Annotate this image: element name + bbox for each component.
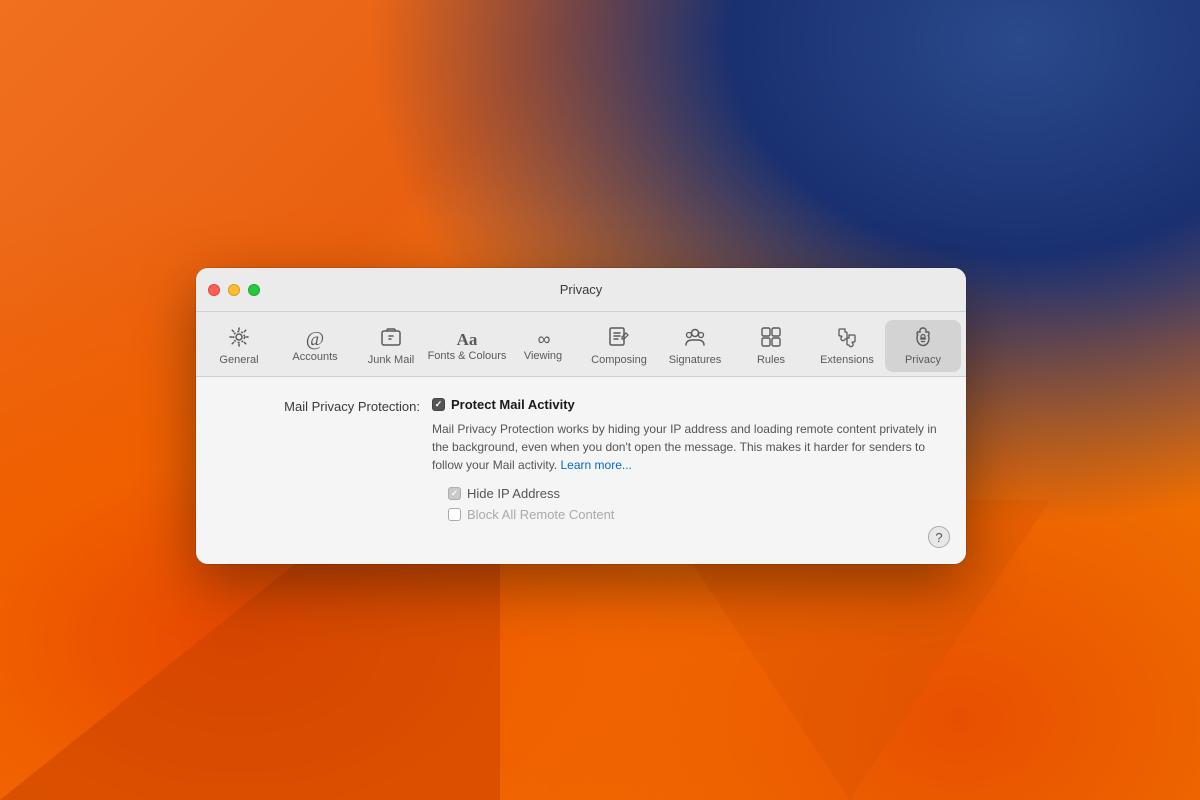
traffic-lights — [208, 284, 260, 296]
rules-label: Rules — [757, 354, 785, 366]
minimize-button[interactable] — [228, 284, 240, 296]
block-remote-row: Block All Remote Content — [448, 507, 942, 522]
accounts-label: Accounts — [292, 351, 337, 363]
mail-preferences-window: Privacy General @ Accounts — [196, 268, 966, 564]
rules-icon — [760, 326, 782, 352]
content-area: Mail Privacy Protection: Protect Mail Ac… — [196, 377, 966, 564]
privacy-icon — [912, 326, 934, 352]
hide-ip-row: Hide IP Address — [448, 486, 942, 501]
protect-checkbox[interactable] — [432, 398, 445, 411]
toolbar-item-accounts[interactable]: @ Accounts — [277, 323, 353, 369]
composing-icon — [608, 326, 630, 352]
signatures-icon — [684, 326, 706, 352]
fonts-icon: Aa — [457, 331, 478, 348]
block-remote-checkbox[interactable] — [448, 508, 461, 521]
extensions-icon — [836, 326, 858, 352]
block-remote-label: Block All Remote Content — [467, 507, 614, 522]
close-button[interactable] — [208, 284, 220, 296]
signatures-label: Signatures — [669, 354, 722, 366]
hide-ip-label: Hide IP Address — [467, 486, 560, 501]
junkmail-label: Junk Mail — [368, 354, 414, 366]
extensions-label: Extensions — [820, 354, 874, 366]
privacy-label: Privacy — [905, 354, 941, 366]
toolbar-item-privacy[interactable]: Privacy — [885, 320, 961, 372]
toolbar-item-composing[interactable]: Composing — [581, 320, 657, 372]
viewing-icon: ∞ — [538, 330, 549, 348]
general-label: General — [219, 354, 258, 366]
description-text: Mail Privacy Protection works by hiding … — [432, 420, 942, 474]
fonts-label: Fonts & Colours — [428, 350, 507, 362]
viewing-label: Viewing — [524, 350, 562, 362]
maximize-button[interactable] — [248, 284, 260, 296]
toolbar-item-extensions[interactable]: Extensions — [809, 320, 885, 372]
protect-row: Protect Mail Activity — [432, 397, 942, 412]
toolbar-item-junkmail[interactable]: Junk Mail — [353, 320, 429, 372]
section-label: Mail Privacy Protection: — [220, 397, 420, 414]
protect-label: Protect Mail Activity — [451, 397, 575, 412]
toolbar-item-general[interactable]: General — [201, 320, 277, 372]
titlebar: Privacy — [196, 268, 966, 312]
mail-privacy-row: Mail Privacy Protection: Protect Mail Ac… — [220, 397, 942, 528]
toolbar-item-rules[interactable]: Rules — [733, 320, 809, 372]
learn-more-link[interactable]: Learn more... — [561, 458, 632, 472]
help-button[interactable]: ? — [928, 526, 950, 548]
toolbar-item-fonts[interactable]: Aa Fonts & Colours — [429, 325, 505, 368]
content-column: Protect Mail Activity Mail Privacy Prote… — [432, 397, 942, 528]
hide-ip-checkbox[interactable] — [448, 487, 461, 500]
toolbar: General @ Accounts Junk Mail Aa Fonts & … — [196, 312, 966, 377]
toolbar-item-viewing[interactable]: ∞ Viewing — [505, 324, 581, 368]
window-title: Privacy — [560, 282, 603, 297]
accounts-icon: @ — [306, 329, 324, 349]
composing-label: Composing — [591, 354, 647, 366]
general-icon — [228, 326, 250, 352]
junkmail-icon — [380, 326, 402, 352]
toolbar-item-signatures[interactable]: Signatures — [657, 320, 733, 372]
